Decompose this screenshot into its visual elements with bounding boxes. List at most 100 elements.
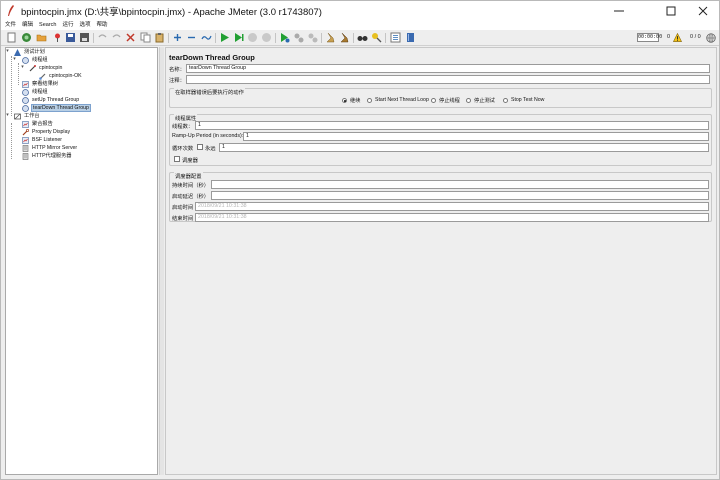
menu-search[interactable]: Search — [39, 20, 56, 30]
radio-stop-thread[interactable]: 停止线程 — [431, 97, 460, 104]
remote-globe-icon[interactable] — [706, 33, 716, 43]
new-button[interactable] — [6, 32, 17, 43]
redo-button[interactable] — [111, 32, 122, 43]
tree-item-label: 线程组 — [32, 89, 48, 95]
menu-file[interactable]: 文件 — [5, 20, 16, 30]
search-button[interactable] — [357, 32, 368, 43]
tree-item-label: cpintocpin-OK — [49, 73, 82, 79]
menu-options[interactable]: 选项 — [79, 20, 90, 30]
scheduler-checkbox[interactable] — [174, 156, 180, 162]
templates-button[interactable] — [21, 32, 32, 43]
tree-item-aggregate-report[interactable]: 聚合报告 — [22, 120, 54, 128]
start-time-input[interactable]: 2018/09/21 10:31:38 — [195, 202, 709, 211]
tree-item-property-display[interactable]: Property Display — [22, 128, 71, 136]
tree-item-listener[interactable]: 察看结果树 — [22, 80, 59, 88]
test-plan-tree[interactable]: ▾ 测试计划 ▾ 线程组 ▾ cpintocpin cpintocpin-OK … — [5, 47, 158, 475]
close-button[interactable] — [52, 32, 63, 43]
stop-button[interactable] — [247, 32, 258, 43]
tree-item-setup-thread-group[interactable]: setUp Thread Group — [22, 96, 80, 104]
tree-item-sampler[interactable]: cpintocpin — [29, 64, 63, 72]
tree-item-http-mirror-server[interactable]: HTTP Mirror Server — [22, 144, 78, 152]
cut-button[interactable] — [125, 32, 136, 43]
tree-item-assertion[interactable]: cpintocpin-OK — [39, 72, 83, 80]
name-row: 名称： — [169, 64, 185, 73]
tree-item-bsf-listener[interactable]: BSF Listener — [22, 136, 63, 144]
menu-edit[interactable]: 编辑 — [22, 20, 33, 30]
tree-item-label: 察看结果树 — [32, 81, 58, 87]
save-as-button[interactable] — [79, 32, 90, 43]
remote-start-button[interactable] — [279, 32, 290, 43]
scheduler-label: 调度器 — [182, 158, 198, 164]
forever-checkbox[interactable] — [197, 144, 203, 150]
duration-input[interactable] — [211, 180, 709, 189]
panel-splitter[interactable] — [159, 47, 164, 475]
forever-label: 永远 — [205, 146, 216, 152]
copy-button[interactable] — [140, 32, 151, 43]
start-time-label: 启动时间 — [172, 205, 194, 211]
tree-item-workbench[interactable]: 工作台 — [14, 112, 41, 120]
server-icon — [22, 152, 29, 160]
expand-toggle-icon[interactable]: ▾ — [5, 49, 10, 54]
listener-icon — [22, 120, 29, 128]
threads-input[interactable]: 1 — [195, 121, 709, 130]
remote-stop-button[interactable] — [293, 32, 304, 43]
expand-toggle-icon[interactable]: ▾ — [12, 57, 17, 62]
reset-search-button[interactable] — [371, 32, 382, 43]
scheduler-config-group: 调度器配置 持续时间（秒） 启动延迟（秒） 启动时间 2018/09/21 10… — [169, 172, 712, 222]
rampup-input[interactable]: 1 — [243, 132, 709, 141]
paste-button[interactable] — [154, 32, 165, 43]
open-button[interactable] — [36, 32, 47, 43]
warning-icon[interactable] — [673, 33, 682, 42]
help-button[interactable] — [405, 32, 416, 43]
book-icon — [407, 33, 414, 42]
maximize-button[interactable] — [657, 1, 685, 20]
remote-shutdown-button[interactable] — [307, 32, 318, 43]
startup-delay-input[interactable] — [211, 191, 709, 200]
loop-count-input[interactable]: 1 — [219, 143, 709, 152]
tree-item-label: cpintocpin — [39, 65, 63, 71]
start-no-pauses-button[interactable] — [233, 32, 244, 43]
test-plan-icon — [14, 48, 21, 56]
wrench-icon — [22, 128, 29, 135]
tree-item-thread-group-2[interactable]: 线程组 — [22, 88, 49, 96]
thread-properties-title: 线程属性 — [174, 114, 198, 122]
expand-toggle-icon[interactable]: ▾ — [20, 65, 25, 70]
scheduler-config-title: 调度器配置 — [174, 172, 203, 180]
radio-label: Start Next Thread Loop — [375, 97, 429, 103]
tree-item-teardown-thread-group[interactable]: tearDown Thread Group — [22, 104, 91, 112]
paste-icon — [155, 33, 164, 43]
play-no-pause-icon — [235, 33, 244, 42]
startup-delay-label: 启动延迟（秒） — [172, 194, 210, 200]
shutdown-button[interactable] — [261, 32, 272, 43]
menu-help[interactable]: 帮助 — [97, 20, 108, 30]
start-button[interactable] — [219, 32, 230, 43]
menu-bar: 文件 编辑 Search 运行 选项 帮助 — [1, 20, 719, 30]
tree-item-http-proxy-server[interactable]: HTTP代理服务器 — [22, 152, 72, 160]
tree-item-test-plan[interactable]: 测试计划 — [14, 48, 46, 56]
rampup-label: Ramp-Up Period (in seconds): — [172, 133, 244, 139]
end-time-input[interactable]: 2018/09/21 10:31:38 — [195, 213, 709, 222]
minimize-button[interactable] — [605, 1, 633, 20]
radio-continue[interactable]: 继续 — [342, 97, 360, 104]
function-helper-button[interactable] — [390, 32, 401, 43]
close-window-button[interactable] — [689, 1, 717, 20]
remote-start-icon — [281, 33, 290, 43]
expand-toggle-icon[interactable]: ▾ — [5, 113, 10, 118]
undo-button[interactable] — [97, 32, 108, 43]
clear-all-button[interactable] — [339, 32, 350, 43]
radio-start-next-loop[interactable]: Start Next Thread Loop — [367, 97, 429, 103]
collapse-all-button[interactable] — [186, 32, 197, 43]
radio-stop-test-now[interactable]: Stop Test Now — [503, 97, 544, 103]
thread-group-editor: tearDown Thread Group 名称： tearDown Threa… — [165, 47, 717, 475]
tree-item-label: HTTP代理服务器 — [32, 153, 72, 159]
name-input[interactable]: tearDown Thread Group — [186, 64, 710, 73]
thread-group-icon — [22, 96, 29, 104]
tree-item-thread-group[interactable]: 线程组 — [22, 56, 49, 64]
clear-button[interactable] — [325, 32, 336, 43]
comment-input[interactable] — [186, 75, 710, 84]
save-button[interactable] — [65, 32, 76, 43]
expand-all-button[interactable] — [172, 32, 183, 43]
radio-stop-test[interactable]: 停止测试 — [466, 97, 495, 104]
menu-run[interactable]: 运行 — [62, 20, 73, 30]
toggle-button[interactable] — [201, 32, 212, 43]
